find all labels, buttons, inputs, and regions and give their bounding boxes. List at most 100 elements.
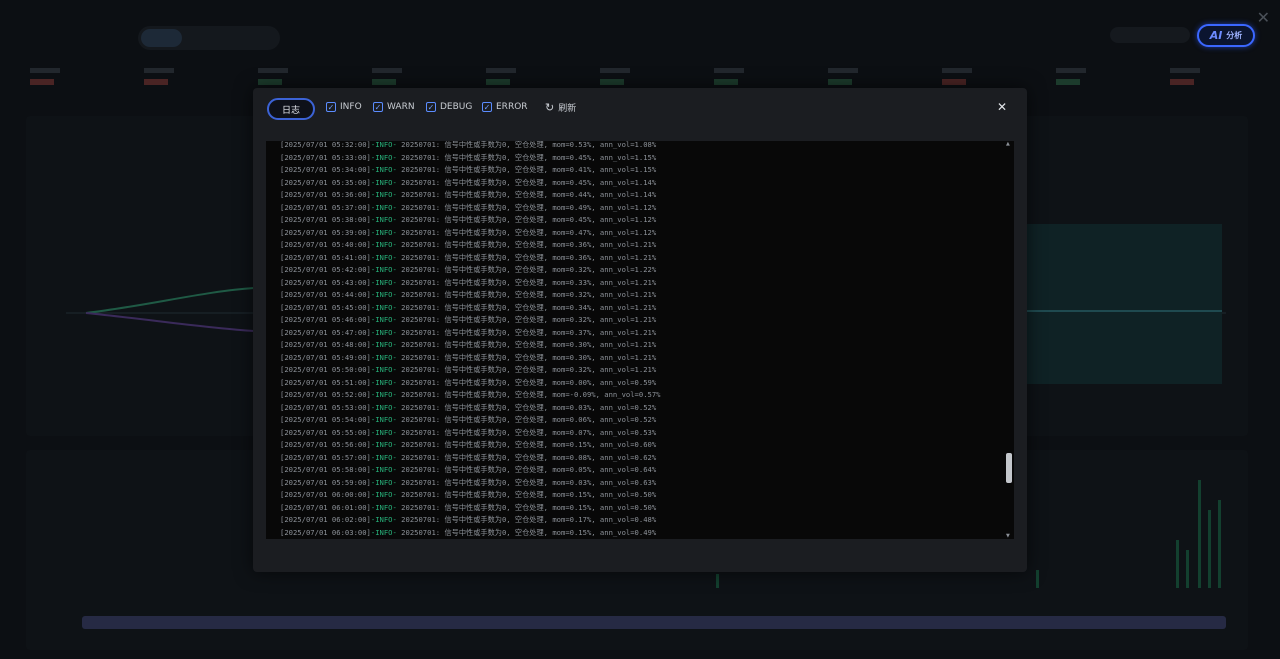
log-message: 20250701: 信号中性或手数为0, 空仓处理, mom=0.47%, an… <box>396 227 657 237</box>
log-level: -INFO- <box>370 302 397 312</box>
log-level: -INFO- <box>370 141 397 149</box>
log-level: -INFO- <box>370 290 397 300</box>
log-timestamp: [2025/07/01 05:58:00] <box>280 465 371 475</box>
log-line: [2025/07/01 05:47:00]-INFO- 20250701: 信号… <box>280 327 1000 340</box>
log-line: [2025/07/01 06:03:00]-INFO- 20250701: 信号… <box>280 527 1000 539</box>
background-tab[interactable] <box>235 29 276 47</box>
ai-icon: AI <box>1209 29 1223 42</box>
log-line: [2025/07/01 05:53:00]-INFO- 20250701: 信号… <box>280 402 1000 415</box>
log-timestamp: [2025/07/01 05:41:00] <box>280 252 371 262</box>
log-message: 20250701: 信号中性或手数为0, 空仓处理, mom=0.08%, an… <box>396 452 657 462</box>
log-line: [2025/07/01 05:57:00]-INFO- 20250701: 信号… <box>280 452 1000 465</box>
log-lines: [2025/07/01 05:32:00]-INFO- 20250701: 信号… <box>280 141 1000 539</box>
checkbox-checked-icon[interactable]: ✓ <box>326 102 336 112</box>
log-message: 20250701: 信号中性或手数为0, 空仓处理, mom=0.53%, an… <box>396 141 657 149</box>
log-line: [2025/07/01 05:43:00]-INFO- 20250701: 信号… <box>280 277 1000 290</box>
filter-warn[interactable]: ✓ WARN <box>373 102 415 112</box>
log-timestamp: [2025/07/01 05:51:00] <box>280 377 371 387</box>
log-level: -INFO- <box>370 177 397 187</box>
log-message: 20250701: 信号中性或手数为0, 空仓处理, mom=0.41%, an… <box>396 165 657 175</box>
log-level: -INFO- <box>370 327 397 337</box>
metric-card <box>372 68 452 85</box>
log-message: 20250701: 信号中性或手数为0, 空仓处理, mom=0.05%, an… <box>396 465 657 475</box>
log-message: 20250701: 信号中性或手数为0, 空仓处理, mom=0.33%, an… <box>396 277 657 287</box>
filter-info[interactable]: ✓ INFO <box>326 102 362 112</box>
log-timestamp: [2025/07/01 05:34:00] <box>280 165 371 175</box>
log-level: -INFO- <box>370 490 397 500</box>
log-scrollbar[interactable]: ▲ ▼ <box>1006 141 1012 539</box>
log-message: 20250701: 信号中性或手数为0, 空仓处理, mom=0.45%, an… <box>396 177 657 187</box>
log-message: 20250701: 信号中性或手数为0, 空仓处理, mom=0.45%, an… <box>396 152 657 162</box>
log-level: -INFO- <box>370 315 397 325</box>
metric-card <box>1170 68 1250 85</box>
log-level: -INFO- <box>370 415 397 425</box>
log-timestamp: [2025/07/01 05:44:00] <box>280 290 371 300</box>
log-timestamp: [2025/07/01 05:50:00] <box>280 365 371 375</box>
scroll-down-icon[interactable]: ▼ <box>1006 533 1010 539</box>
log-line: [2025/07/01 05:39:00]-INFO- 20250701: 信号… <box>280 227 1000 240</box>
checkbox-checked-icon[interactable]: ✓ <box>426 102 436 112</box>
filter-debug-label: DEBUG <box>440 102 473 112</box>
scrollbar-thumb[interactable] <box>1006 453 1012 483</box>
refresh-icon: ↻ <box>545 101 555 114</box>
page-title-placeholder <box>24 30 28 43</box>
log-message: 20250701: 信号中性或手数为0, 空仓处理, mom=0.03%, an… <box>396 402 657 412</box>
log-timestamp: [2025/07/01 05:42:00] <box>280 265 371 275</box>
log-line: [2025/07/01 05:32:00]-INFO- 20250701: 信号… <box>280 141 1000 152</box>
metric-card <box>486 68 566 85</box>
log-level: -INFO- <box>370 240 397 250</box>
log-output[interactable]: [2025/07/01 05:32:00]-INFO- 20250701: 信号… <box>266 141 1014 539</box>
background-tab[interactable] <box>188 29 229 47</box>
log-timestamp: [2025/07/01 05:40:00] <box>280 240 371 250</box>
ai-analysis-label: 分析 <box>1226 31 1243 40</box>
log-message: 20250701: 信号中性或手数为0, 空仓处理, mom=0.15%, an… <box>396 490 657 500</box>
log-line: [2025/07/01 05:45:00]-INFO- 20250701: 信号… <box>280 302 1000 315</box>
log-level: -INFO- <box>370 165 397 175</box>
log-message: 20250701: 信号中性或手数为0, 空仓处理, mom=0.36%, an… <box>396 240 657 250</box>
log-level: -INFO- <box>370 527 397 537</box>
log-level: -INFO- <box>370 427 397 437</box>
background-button[interactable] <box>1110 27 1190 43</box>
log-message: 20250701: 信号中性或手数为0, 空仓处理, mom=0.49%, an… <box>396 202 657 212</box>
log-message: 20250701: 信号中性或手数为0, 空仓处理, mom=0.32%, an… <box>396 265 657 275</box>
scroll-up-icon[interactable]: ▲ <box>1006 141 1010 147</box>
log-level: -INFO- <box>370 340 397 350</box>
log-timestamp: [2025/07/01 05:56:00] <box>280 440 371 450</box>
close-icon[interactable]: ✕ <box>1257 8 1270 27</box>
log-timestamp: [2025/07/01 05:54:00] <box>280 415 371 425</box>
log-line: [2025/07/01 05:41:00]-INFO- 20250701: 信号… <box>280 252 1000 265</box>
log-level: -INFO- <box>370 390 397 400</box>
log-level: -INFO- <box>370 515 397 525</box>
log-level: -INFO- <box>370 265 397 275</box>
background-range-slider[interactable] <box>82 616 1226 629</box>
log-message: 20250701: 信号中性或手数为0, 空仓处理, mom=-0.09%, a… <box>396 390 661 400</box>
log-level: -INFO- <box>370 365 397 375</box>
log-timestamp: [2025/07/01 05:53:00] <box>280 402 371 412</box>
checkbox-checked-icon[interactable]: ✓ <box>482 102 492 112</box>
log-timestamp: [2025/07/01 05:49:00] <box>280 352 371 362</box>
log-level: -INFO- <box>370 477 397 487</box>
log-level: -INFO- <box>370 440 397 450</box>
tab-log[interactable]: 日志 <box>267 98 315 120</box>
ai-analysis-button[interactable]: AI 分析 <box>1197 24 1255 47</box>
close-icon[interactable]: ✕ <box>997 100 1007 114</box>
log-line: [2025/07/01 05:49:00]-INFO- 20250701: 信号… <box>280 352 1000 365</box>
refresh-button[interactable]: ↻ 刷新 <box>545 101 576 114</box>
background-tab[interactable] <box>141 29 183 47</box>
log-message: 20250701: 信号中性或手数为0, 空仓处理, mom=0.30%, an… <box>396 340 657 350</box>
log-level: -INFO- <box>370 452 397 462</box>
log-timestamp: [2025/07/01 05:43:00] <box>280 277 371 287</box>
log-message: 20250701: 信号中性或手数为0, 空仓处理, mom=0.00%, an… <box>396 377 657 387</box>
log-message: 20250701: 信号中性或手数为0, 空仓处理, mom=0.32%, an… <box>396 290 657 300</box>
log-timestamp: [2025/07/01 05:47:00] <box>280 327 371 337</box>
log-timestamp: [2025/07/01 05:37:00] <box>280 202 371 212</box>
log-line: [2025/07/01 05:42:00]-INFO- 20250701: 信号… <box>280 264 1000 277</box>
checkbox-checked-icon[interactable]: ✓ <box>373 102 383 112</box>
log-line: [2025/07/01 05:48:00]-INFO- 20250701: 信号… <box>280 339 1000 352</box>
log-level: -INFO- <box>370 227 397 237</box>
log-message: 20250701: 信号中性或手数为0, 空仓处理, mom=0.44%, an… <box>396 190 657 200</box>
filter-debug[interactable]: ✓ DEBUG <box>426 102 472 112</box>
log-line: [2025/07/01 05:54:00]-INFO- 20250701: 信号… <box>280 414 1000 427</box>
filter-error[interactable]: ✓ ERROR <box>482 102 528 112</box>
log-timestamp: [2025/07/01 06:02:00] <box>280 515 371 525</box>
